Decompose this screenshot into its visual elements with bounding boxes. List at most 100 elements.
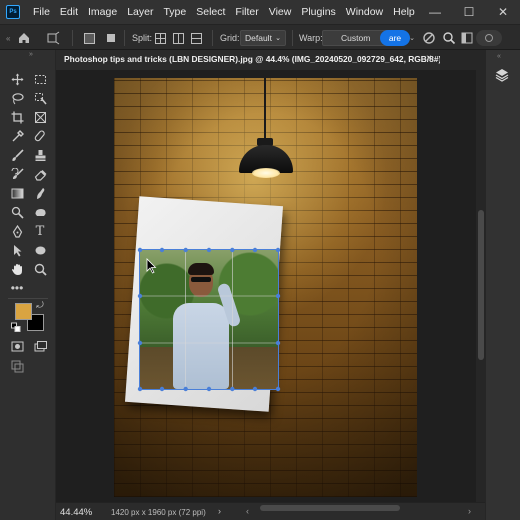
options-bar: « Split: Grid: Default ⌄ Warp: Custom ⌄ … [0,24,520,50]
path-selection-tool[interactable] [8,242,26,258]
spot-healing-tool[interactable] [31,128,49,144]
marquee-tool[interactable] [31,71,49,87]
frame-icon [34,111,46,123]
lasso-tool[interactable] [8,90,26,106]
warp-handle[interactable] [252,386,258,392]
close-window-button[interactable]: ✕ [486,0,520,24]
gradient-tool[interactable] [8,185,26,201]
maximize-button[interactable]: ☐ [452,0,486,24]
mouse-cursor-icon [146,258,157,274]
pen-tool[interactable] [8,223,26,239]
history-brush-tool[interactable] [8,166,26,182]
screen-mode-button[interactable] [31,338,49,354]
warp-handle[interactable] [230,386,235,392]
warp-handle[interactable] [183,386,188,392]
warp-handles[interactable] [137,247,281,392]
minimize-button[interactable]: — [418,0,452,24]
extras-button[interactable] [8,358,26,374]
chevron-down-icon[interactable]: ⌄ [408,30,416,46]
menu-edit[interactable]: Edit [55,0,83,24]
menu-help[interactable]: Help [388,0,420,24]
transform-mode-icon [47,31,60,45]
default-colors-button[interactable] [11,322,21,332]
warp-handle[interactable] [206,386,212,392]
grid-select[interactable]: Default ⌄ [240,30,286,46]
menu-plugins[interactable]: Plugins [296,0,340,24]
warp-handle[interactable] [275,340,281,346]
warp-grid[interactable] [137,247,281,392]
split-cross-button[interactable] [154,30,166,46]
split-vertical-button[interactable] [172,30,184,46]
dodge-tool[interactable] [8,204,26,220]
layers-panel-button[interactable] [492,66,512,84]
share-icon [485,34,493,42]
brush-tool[interactable] [8,147,26,163]
options-separator [212,30,213,46]
warp-label: Warp: [299,33,323,43]
menu-filter[interactable]: Filter [230,0,263,24]
frame-tool[interactable] [31,109,49,125]
clone-stamp-tool[interactable] [31,147,49,163]
warp-handle[interactable] [230,247,235,253]
edit-toolbar-button[interactable]: ••• [8,280,26,296]
warp-bounding-box [139,249,279,390]
menu-window[interactable]: Window [341,0,388,24]
eyedropper-tool[interactable] [8,128,26,144]
window-controls: — ☐ ✕ [418,0,520,24]
warp-handle[interactable] [137,386,143,392]
scroll-left-icon[interactable]: ‹ [246,506,249,516]
scroll-right-icon[interactable]: › [468,506,471,516]
type-tool[interactable]: T [31,223,49,239]
workspace-button[interactable] [460,30,474,46]
warp-handle[interactable] [183,247,188,253]
horizontal-scrollbar-thumb[interactable] [260,505,400,511]
eraser-tool[interactable] [31,166,49,182]
stop-button[interactable] [104,30,118,46]
home-button[interactable] [14,30,34,46]
close-document-button[interactable]: × [426,53,432,64]
reference-point-toggle[interactable] [82,30,96,46]
warp-toggle-button[interactable]: are [380,30,410,46]
warp-handle[interactable] [137,340,143,346]
warp-handle[interactable] [137,247,143,253]
transform-mode-button[interactable] [44,30,62,46]
crop-tool[interactable] [8,109,26,125]
document-dimensions: 1420 px x 1960 px (72 ppi) [111,508,206,517]
sponge-tool[interactable] [31,204,49,220]
warp-handle[interactable] [275,293,281,299]
warp-handle[interactable] [252,247,258,253]
menu-image[interactable]: Image [83,0,122,24]
document-tab[interactable]: Photoshop tips and tricks (LBN DESIGNER)… [56,50,447,70]
zoom-level[interactable]: 44.44% [60,507,92,518]
collapse-toolbar-icon[interactable]: » [22,50,40,58]
smudge-tool[interactable] [31,185,49,201]
warp-handle[interactable] [275,247,281,253]
menu-view[interactable]: View [264,0,297,24]
zoom-tool[interactable] [31,261,49,277]
object-selection-tool[interactable] [31,90,49,106]
hand-tool[interactable] [8,261,26,277]
quick-mask-button[interactable] [8,338,26,354]
warp-handle[interactable] [275,386,281,392]
vertical-scrollbar-thumb[interactable] [478,210,484,360]
menu-select[interactable]: Select [191,0,230,24]
swap-colors-button[interactable]: ⤾ [34,299,46,311]
warp-handle[interactable] [159,247,165,253]
crop-icon [11,111,23,123]
menu-layer[interactable]: Layer [122,0,158,24]
search-button[interactable] [441,30,457,46]
warp-handle[interactable] [206,247,212,253]
canvas-area[interactable] [56,70,484,502]
share-button[interactable] [476,30,502,46]
foreground-color-swatch[interactable] [15,303,32,320]
split-horizontal-button[interactable] [190,30,202,46]
menu-file[interactable]: File [28,0,55,24]
menu-type[interactable]: Type [158,0,191,24]
cancel-transform-button[interactable] [420,30,438,46]
warp-handle[interactable] [137,293,143,299]
move-tool[interactable] [8,71,26,87]
ellipse-tool[interactable] [31,242,49,258]
warp-handle[interactable] [159,386,165,392]
expand-panels-icon[interactable]: « [497,53,501,60]
status-menu-arrow-icon[interactable]: › [218,506,221,516]
